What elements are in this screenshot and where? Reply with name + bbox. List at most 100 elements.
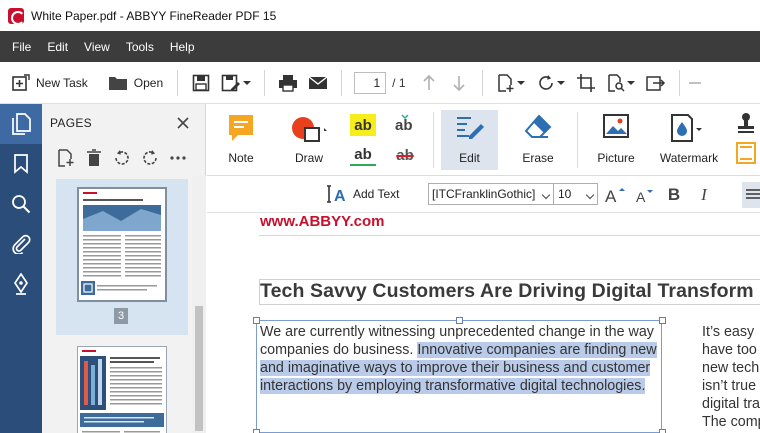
menu-help[interactable]: Help bbox=[162, 40, 203, 54]
rotate-button[interactable] bbox=[531, 68, 571, 98]
rotate-icon bbox=[538, 74, 553, 90]
scrollbar-thumb[interactable] bbox=[195, 306, 203, 431]
left-rail bbox=[0, 104, 42, 433]
rotate-left-button[interactable] bbox=[108, 146, 136, 170]
rotate-right-button[interactable] bbox=[136, 146, 164, 170]
chevron-down-icon[interactable] bbox=[556, 80, 565, 85]
rotate-right-icon bbox=[143, 150, 157, 165]
close-icon[interactable] bbox=[177, 117, 189, 129]
edit-button[interactable]: Edit bbox=[441, 110, 498, 170]
menu-file[interactable]: File bbox=[4, 40, 39, 54]
increase-font-size-button[interactable]: A bbox=[605, 184, 625, 206]
watermark-button[interactable]: Watermark bbox=[654, 110, 724, 170]
open-button[interactable]: Open bbox=[102, 68, 169, 98]
insert-text-button[interactable]: ab bbox=[392, 114, 418, 136]
highlight-text-button[interactable]: ab bbox=[350, 114, 376, 136]
resize-handle[interactable] bbox=[659, 317, 666, 324]
add-page-button[interactable] bbox=[491, 68, 531, 98]
font-size-select[interactable]: 10 bbox=[554, 183, 598, 205]
save-as-button[interactable] bbox=[216, 68, 256, 98]
toolbar-divider bbox=[264, 69, 266, 96]
add-text-icon: A bbox=[327, 185, 346, 204]
erase-button[interactable]: Erase bbox=[516, 110, 560, 170]
picture-icon bbox=[603, 114, 629, 138]
bold-button[interactable]: B bbox=[665, 184, 683, 206]
document-url: www.ABBYY.com bbox=[260, 213, 385, 230]
menu-bar: File Edit View Tools Help bbox=[0, 31, 760, 62]
resize-handle[interactable] bbox=[253, 429, 260, 433]
edit-text-icon bbox=[456, 117, 484, 139]
menu-edit[interactable]: Edit bbox=[39, 40, 76, 54]
svg-text:A: A bbox=[605, 187, 617, 204]
right-column-text[interactable]: It’s easy have too new tech isn’t true d… bbox=[702, 323, 760, 431]
next-page-button[interactable] bbox=[444, 68, 474, 98]
chevron-down-icon[interactable] bbox=[626, 80, 635, 85]
font-family-select[interactable]: [ITCFranklinGothic] bbox=[428, 183, 554, 205]
underline-text-button[interactable]: ab bbox=[350, 144, 376, 166]
crop-icon bbox=[576, 73, 595, 92]
bookmarks-rail-button[interactable] bbox=[0, 144, 42, 184]
printer-icon bbox=[279, 74, 298, 92]
picture-label: Picture bbox=[597, 151, 635, 165]
menu-tools[interactable]: Tools bbox=[118, 40, 162, 54]
email-button[interactable] bbox=[303, 68, 333, 98]
watermark-icon bbox=[671, 114, 702, 142]
add-page-icon bbox=[497, 73, 513, 92]
pages-panel-title: PAGES bbox=[50, 116, 92, 130]
text-line: isn’t true bbox=[702, 378, 757, 394]
page-number-input[interactable]: 1 bbox=[354, 71, 387, 94]
save-button[interactable] bbox=[186, 68, 216, 98]
zoom-page-button[interactable] bbox=[601, 68, 641, 98]
more-options-button[interactable] bbox=[164, 146, 192, 170]
chevron-down-icon[interactable] bbox=[243, 80, 252, 85]
font-increase-icon: A bbox=[605, 187, 625, 204]
page-thumbnail[interactable] bbox=[77, 346, 167, 433]
picture-button[interactable]: Picture bbox=[591, 110, 641, 170]
title-bar: White Paper.pdf - ABBYY FineReader PDF 1… bbox=[0, 0, 760, 31]
more-toolbar-button[interactable] bbox=[688, 68, 702, 98]
pages-rail-button[interactable] bbox=[0, 104, 42, 144]
draw-button[interactable]: Draw bbox=[281, 110, 337, 170]
new-task-button[interactable]: New Task bbox=[6, 68, 94, 98]
text-line: digital tra bbox=[702, 396, 760, 412]
header-footer-button[interactable] bbox=[734, 142, 758, 164]
crop-button[interactable] bbox=[571, 68, 601, 98]
page-thumbnail[interactable] bbox=[77, 187, 167, 302]
chevron-down-icon[interactable] bbox=[516, 80, 525, 85]
page-number-badge: 3 bbox=[114, 308, 128, 324]
previous-page-button[interactable] bbox=[414, 68, 444, 98]
folder-icon bbox=[108, 76, 127, 90]
menu-view[interactable]: View bbox=[76, 40, 118, 54]
note-button[interactable]: Note bbox=[219, 110, 263, 170]
paperclip-icon bbox=[12, 234, 31, 254]
align-left-button[interactable] bbox=[742, 182, 760, 208]
chevron-down-icon bbox=[585, 190, 595, 200]
signatures-rail-button[interactable] bbox=[0, 264, 42, 304]
pages-panel: PAGES 3 bbox=[42, 104, 206, 433]
svg-text:A: A bbox=[636, 189, 646, 204]
italic-button[interactable]: I bbox=[695, 184, 713, 206]
search-icon bbox=[12, 195, 31, 214]
document-view[interactable]: www.ABBYY.com Tech Savvy Customers Are D… bbox=[207, 213, 760, 433]
edit-ribbon: Note Draw ab ab ab ab Edit Erase Picture… bbox=[207, 104, 760, 176]
stamp-button[interactable] bbox=[734, 112, 758, 134]
arrow-down-icon bbox=[452, 75, 465, 91]
add-text-label: Add Text bbox=[353, 187, 400, 201]
delete-page-button[interactable] bbox=[80, 146, 108, 170]
add-text-button[interactable]: A Add Text bbox=[327, 184, 399, 204]
add-page-panel-button[interactable] bbox=[52, 146, 80, 170]
resize-handle[interactable] bbox=[253, 317, 260, 324]
resize-handle[interactable] bbox=[659, 429, 666, 433]
paragraph-text[interactable]: We are currently witnessing unprecedente… bbox=[260, 323, 660, 395]
attachments-rail-button[interactable] bbox=[0, 224, 42, 264]
chevron-down-icon bbox=[541, 190, 551, 200]
window-title: White Paper.pdf - ABBYY FineReader PDF 1… bbox=[31, 8, 277, 23]
print-button[interactable] bbox=[273, 68, 303, 98]
decrease-font-size-button[interactable]: A bbox=[635, 184, 655, 206]
thumbnail-list: 3 bbox=[42, 176, 192, 433]
export-button[interactable] bbox=[641, 68, 671, 98]
strikethrough-text-button[interactable]: ab bbox=[392, 144, 418, 166]
page-search-icon bbox=[607, 73, 625, 92]
pages-panel-scrollbar[interactable] bbox=[192, 176, 206, 433]
search-rail-button[interactable] bbox=[0, 184, 42, 224]
